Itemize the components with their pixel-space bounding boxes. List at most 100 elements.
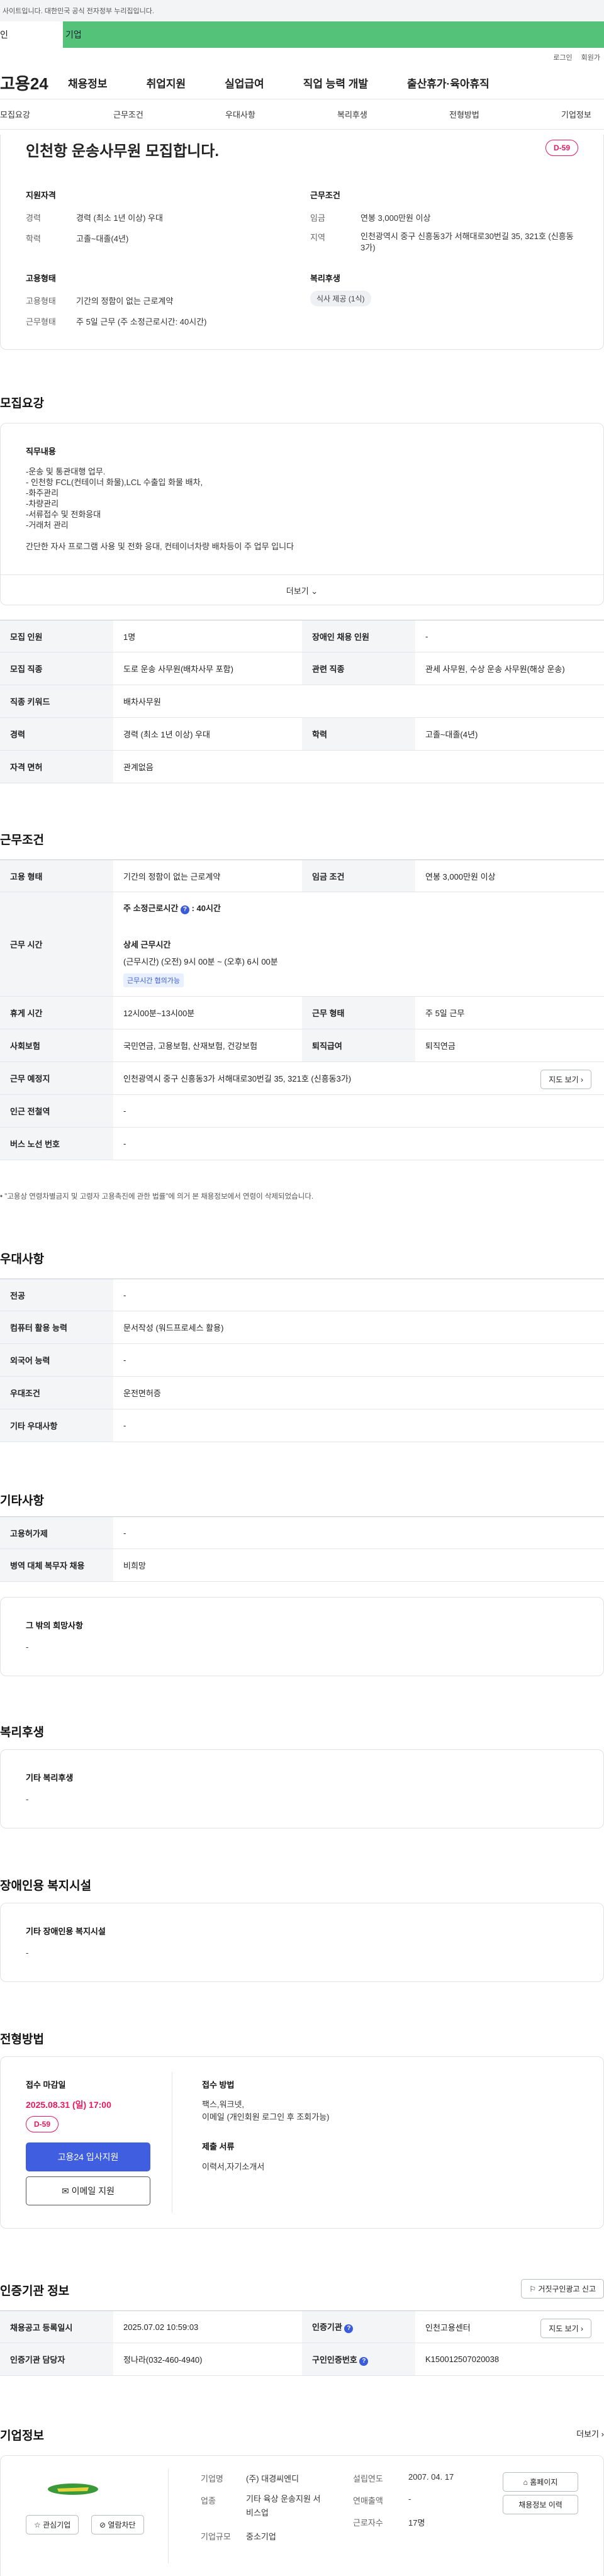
td: 경력 (최소 1년 이상) 우대 [113,717,302,751]
duty-label: 직무내용 [26,447,56,456]
report-fake-ad-button[interactable]: ⚐ 거짓구인광고 신고 [521,2279,604,2299]
nav-maternity-leave[interactable]: 출산휴가·육아휴직 [407,75,489,91]
td: 인천광역시 중구 신흥동3가 서해대로30번길 35, 321호 (신흥동3가)… [113,1061,604,1095]
th: 고용허가제 [0,1516,113,1549]
table-row: 고용허가제 - [0,1516,604,1549]
table-row: 인근 전철역 - [0,1094,604,1128]
td: 문서작성 (워드프로세스 활용) [113,1311,604,1344]
favorite-company-button[interactable]: ☆ 관심기업 [26,2515,79,2534]
nav-employment-support[interactable]: 취업지원 [147,75,186,91]
tab-work-conditions[interactable]: 근무조건 [113,108,143,120]
tab-company[interactable]: 기업 [63,21,604,48]
hours-detail-title: 상세 근무시간 [123,939,171,949]
label: 기업명 [201,2474,223,2484]
work-table: 고용 형태 기간의 정함이 없는 근로계약 임금 조건 연봉 3,000만원 이상 근… [0,860,604,1160]
td: 배차사무원 [113,685,604,718]
map-button-label: 지도 보기 [549,1075,579,1084]
value: 기간의 정함이 없는 근로계약 [76,296,174,306]
label: 근무형태 [26,317,56,327]
duty-line: 간단한 자사 프로그램 사용 및 전화 응대, 컨테이너차량 배차등이 주 업무… [26,542,294,551]
duty-content: -운송 및 통관대행 업무. - 인천항 FCL(컨테이너 화물),LCL 수출… [26,466,294,552]
block-icon: ⊘ [99,2521,106,2529]
other-wishes-box: 그 밖의 희망사항 - [0,1597,604,1676]
logo[interactable]: 고용24 [0,71,68,94]
tab-personal[interactable]: 인 [0,21,63,48]
util-links: 로그인 회원가 [0,48,604,67]
table-row: 고용 형태 기간의 정함이 없는 근로계약 임금 조건 연봉 3,000만원 이상 [0,860,604,892]
benefit-box: 기타 복리후생 - [0,1749,604,1828]
employment-list: 고용형태 기간의 정함이 없는 근로계약 근무형태 주 5일 근무 (주 소정근로시… [26,294,207,327]
hours-total-label: 주 소정근로시간 [123,903,179,913]
user-type-tabs: 인 기업 [0,21,604,48]
th: 우대조건 [0,1376,113,1409]
label: 업종 [201,2496,216,2506]
th: 장애인 채용 인원 [302,620,415,652]
duty-line: -거래처 관리 [26,520,69,530]
td: 관세 사무원, 수상 운송 사무원(해상 운송) [415,652,604,685]
method-line: 이메일 (개인회원 로그인 후 조회가능) [202,2112,330,2122]
cert-map-button[interactable]: 지도 보기 › [540,2319,591,2338]
th-label: 구인인증번호 [312,2355,357,2365]
cert-table: 채용공고 등록일시 2025.07.02 10:59:03 인증기관 ? 인천고용센터… [0,2310,604,2376]
tab-welfare[interactable]: 복리후생 [337,108,367,120]
homepage-button[interactable]: ⌂ 홈페이지 [503,2472,578,2492]
label: 경력 [26,213,41,223]
welfare-title: 복리후생 [310,274,340,283]
nav-job-info[interactable]: 채용정보 [68,75,108,91]
email-apply-button[interactable]: ✉ 이메일 지원 [26,2176,150,2205]
map-button[interactable]: 지도 보기 › [540,1070,591,1089]
duty-line [26,530,294,541]
info-icon[interactable]: ? [344,2324,354,2333]
tab-preference[interactable]: 우대사항 [225,108,255,120]
conditions-list: 임금 연봉 3,000만원 이상 지역 인천광역시 중구 신흥동3가 서해대로30번… [310,211,574,254]
company-info-left: 기업명 (주) 대경씨엔디 업종 기타 육상 운송지원 서비스업 기업규모 중소기업 [201,2472,352,2542]
signup-link[interactable]: 회원가 [581,52,600,62]
section-tabs: 모집요강 근무조건 우대사항 복리후생 전형방법 기업정보 [0,99,604,130]
th: 직종 키워드 [0,685,113,718]
job-history-button[interactable]: 채용정보 이력 [503,2495,578,2514]
employment-type-title: 고용형태 [26,274,56,283]
info-icon[interactable]: ? [180,905,189,914]
td-value: 인천고용센터 [425,2322,471,2332]
other-wishes-label: 그 밖의 희망사항 [26,1621,83,1630]
td: K150012507020038 [415,2343,604,2376]
value: 중소기업 [246,2532,276,2541]
report-icon: ⚐ [529,2285,536,2293]
block-company-button[interactable]: ⊘ 열람차단 [91,2515,144,2534]
chevron-right-icon: › [601,2429,604,2439]
section-title-disabled: 장애인용 복지시설 [0,1879,92,1893]
tab-selection[interactable]: 전형방법 [449,108,479,120]
nav-vocational-training[interactable]: 직업 능력 개발 [303,75,368,91]
section-title-company: 기업정보 [0,2429,44,2443]
th: 근무 시간 [0,892,113,997]
th: 근무 형태 [302,996,415,1029]
duty-line: -운송 및 통관대행 업무. [26,467,106,476]
map-button-label: 지도 보기 [549,2324,579,2333]
label: 기업규모 [201,2532,231,2541]
value: 주 5일 근무 (주 소정근로시간: 40시간) [76,317,207,327]
hours-total-value: 40시간 [196,903,221,913]
company-more-link[interactable]: 더보기 › [576,2428,604,2439]
duty-line: -차량관리 [26,499,59,508]
company-info-right: 설립연도 2007. 04. 17 연매출액 - 근로자수 17명 [353,2472,479,2528]
login-link[interactable]: 로그인 [553,52,572,62]
value: 경력 (최소 1년 이상) 우대 [76,213,163,223]
td: - [113,1516,604,1549]
label: 지역 [310,233,325,242]
more-button[interactable]: 더보기 ⌄ [1,574,603,605]
docs-value: 이력서,자기소개서 [202,2162,265,2171]
selection-card: 접수 마감일 2025.08.31 (일) 17:00 D-59 고용24 입사… [0,2056,604,2229]
label: 근로자수 [353,2518,383,2528]
td: 인천고용센터 지도 보기 › [415,2310,604,2343]
home-icon: ⌂ [523,2478,528,2487]
th: 관련 직종 [302,652,415,685]
chevron-right-icon: › [581,1075,583,1084]
tab-company[interactable]: 기업정보 [561,108,591,120]
tab-recruit[interactable]: 모집요강 [0,108,30,120]
td: 연봉 3,000만원 이상 [415,860,604,892]
nav-unemployment-benefit[interactable]: 실업급여 [225,75,264,91]
more-label: 더보기 [286,586,309,596]
info-icon[interactable]: ? [359,2356,369,2366]
method-value: 팩스,워크넷, 이메일 (개인회원 로그인 후 조회가능) [202,2098,330,2124]
apply-button[interactable]: 고용24 입사지원 [26,2142,150,2171]
